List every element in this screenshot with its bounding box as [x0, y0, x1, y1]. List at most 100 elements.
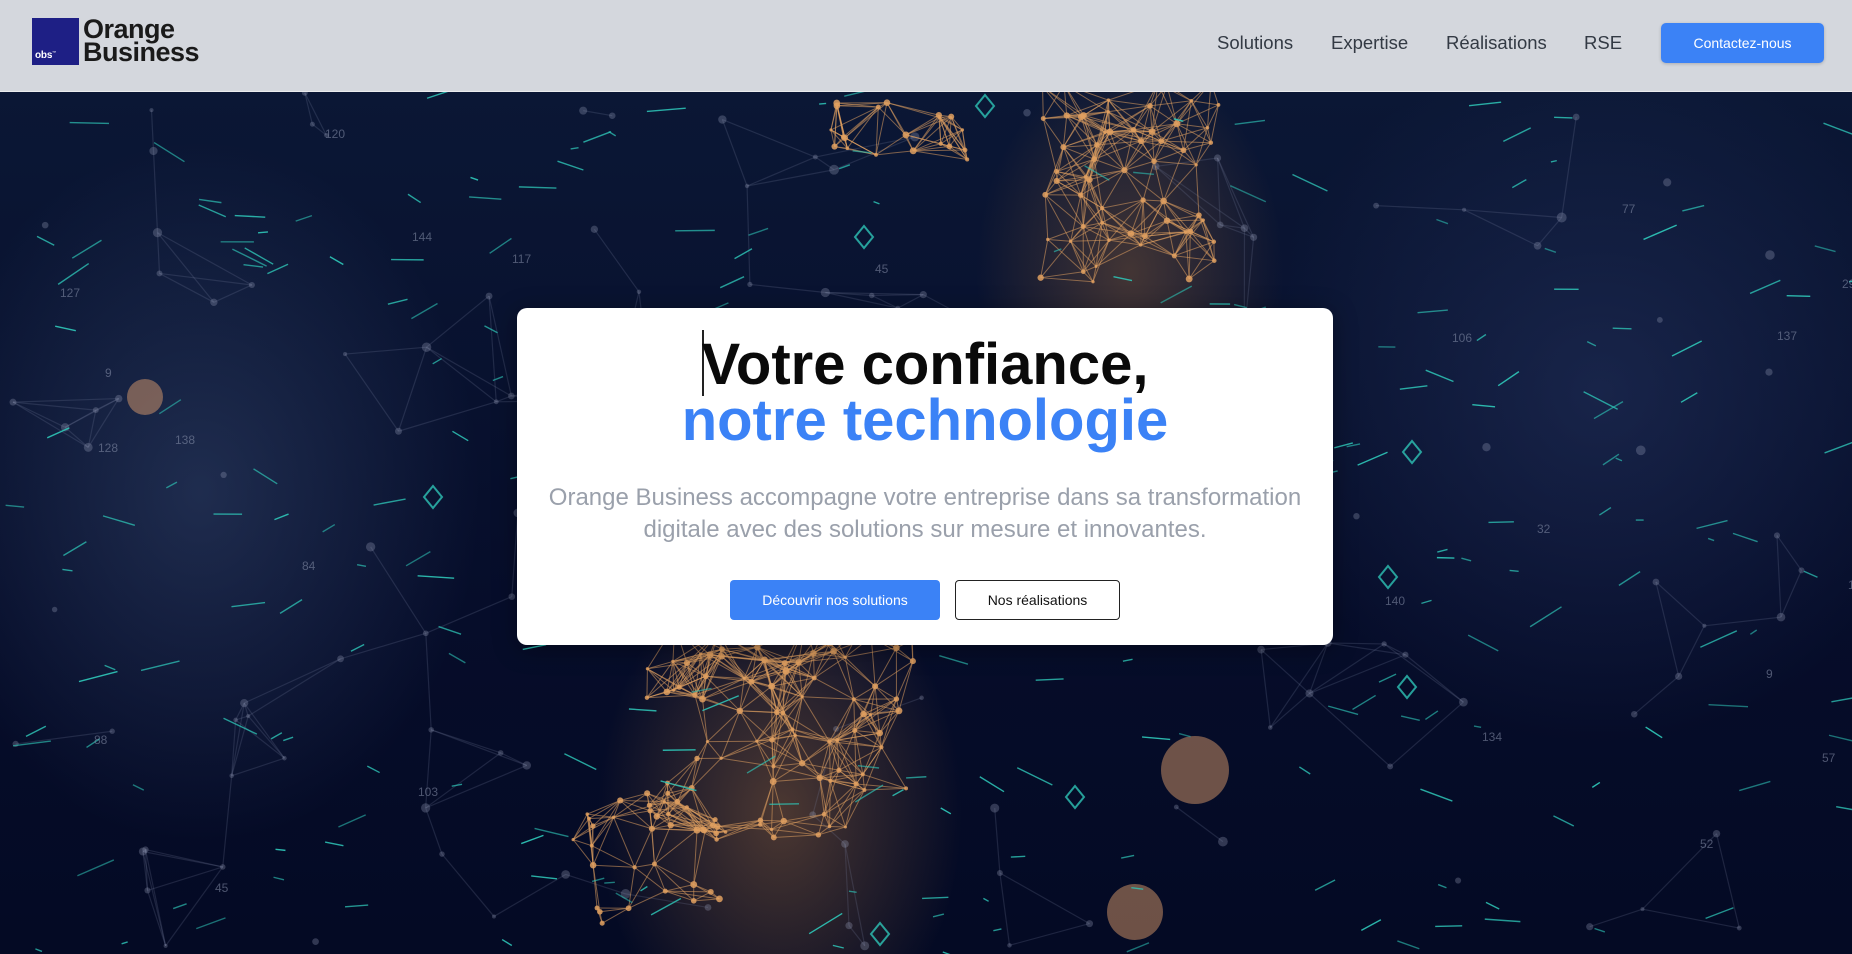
- network-link-orange: [707, 710, 741, 742]
- background-number-label: 138: [175, 433, 195, 447]
- network-node: [820, 287, 830, 298]
- network-link: [142, 850, 223, 868]
- teal-diamond-glyph: [1396, 674, 1418, 700]
- network-node: [860, 941, 870, 951]
- network-node-orange: [769, 737, 775, 743]
- network-link: [247, 715, 285, 759]
- network-node-orange: [714, 837, 719, 842]
- teal-dash: [1435, 925, 1463, 928]
- network-node: [1635, 445, 1646, 456]
- network-link-orange: [739, 710, 758, 742]
- orange-business-logo[interactable]: obs™ Orange Business: [32, 16, 200, 66]
- network-link-orange: [844, 783, 857, 828]
- network-node: [421, 342, 432, 352]
- network-node: [428, 727, 434, 733]
- network-node-orange: [755, 739, 759, 743]
- hero-title-line-1: Votre confiance,: [517, 330, 1333, 396]
- teal-dash: [993, 928, 1002, 932]
- teal-dash: [501, 938, 513, 947]
- teal-dash: [283, 736, 294, 742]
- network-link-orange: [1047, 238, 1071, 242]
- logo-mark-text: obs™: [35, 49, 56, 61]
- network-node-orange: [893, 696, 900, 702]
- teal-dash: [534, 827, 569, 838]
- background-number-label: 88: [94, 733, 108, 747]
- network-node: [1218, 836, 1228, 847]
- teal-dash: [1824, 441, 1852, 454]
- nav-item-expertise[interactable]: Expertise: [1331, 32, 1408, 54]
- network-link: [12, 401, 89, 448]
- network-link: [231, 757, 285, 777]
- teal-dash: [448, 652, 466, 664]
- teal-dash: [1461, 557, 1472, 562]
- network-node: [439, 851, 445, 857]
- network-node: [9, 398, 17, 406]
- teal-dash: [906, 776, 927, 779]
- teal-dash: [55, 325, 76, 332]
- teal-dash: [1360, 919, 1382, 932]
- nav-item-solutions[interactable]: Solutions: [1217, 32, 1293, 54]
- network-link-orange: [620, 792, 648, 801]
- teal-dash: [1786, 294, 1811, 298]
- network-node: [590, 225, 599, 233]
- network-node-orange: [694, 755, 700, 762]
- network-node: [1381, 641, 1387, 647]
- network-node-orange: [1094, 265, 1098, 269]
- network-link: [1561, 116, 1577, 218]
- network-link-orange: [1070, 239, 1110, 242]
- network-link-orange: [654, 863, 694, 885]
- network-node-orange: [800, 695, 804, 699]
- network-link: [426, 346, 497, 403]
- network-node-orange: [699, 652, 703, 656]
- network-node: [1086, 920, 1094, 928]
- network-node: [1240, 224, 1249, 233]
- network-link: [1776, 535, 1782, 618]
- nav-item-rse[interactable]: RSE: [1584, 32, 1622, 54]
- network-node-orange: [1196, 212, 1202, 218]
- network-node-orange: [852, 727, 858, 733]
- network-node: [1007, 943, 1012, 948]
- contact-button[interactable]: Contactez-nous: [1661, 23, 1824, 63]
- network-link-orange: [845, 647, 897, 658]
- network-link-orange: [828, 741, 831, 781]
- network-link-orange: [1174, 255, 1215, 262]
- teal-dash: [324, 841, 344, 847]
- network-node: [51, 606, 58, 613]
- network-node: [747, 281, 753, 288]
- teal-diamond-glyph: [853, 224, 875, 250]
- network-node: [1765, 368, 1773, 376]
- network-node: [1305, 689, 1314, 698]
- network-node-orange: [1040, 116, 1046, 122]
- network-node-orange: [571, 837, 575, 842]
- background-number-label: 52: [1700, 837, 1714, 851]
- network-node: [343, 352, 348, 357]
- network-link: [345, 346, 427, 355]
- teal-dash: [1831, 697, 1852, 703]
- network-link: [425, 807, 443, 855]
- network-node-orange: [1180, 147, 1187, 154]
- network-node: [493, 399, 499, 405]
- network-node-orange: [1060, 144, 1067, 151]
- teal-dash: [1828, 734, 1852, 742]
- teal-dash: [1397, 940, 1420, 950]
- background-number-label: 103: [418, 785, 438, 799]
- our-realisations-button[interactable]: Nos réalisations: [955, 580, 1120, 620]
- network-link-orange: [601, 907, 629, 924]
- teal-dash: [165, 481, 178, 489]
- network-link: [1537, 217, 1563, 247]
- network-node-orange: [948, 113, 955, 120]
- network-link-orange: [1188, 231, 1191, 279]
- network-node: [1257, 645, 1265, 654]
- teal-dash: [1234, 119, 1266, 125]
- discover-solutions-button[interactable]: Découvrir nos solutions: [730, 580, 940, 620]
- network-node: [312, 938, 319, 945]
- network-node-orange: [836, 767, 842, 773]
- network-node-orange: [647, 808, 653, 814]
- nav-item-realisations[interactable]: Réalisations: [1446, 32, 1547, 54]
- teal-dash: [531, 875, 558, 880]
- network-node-orange: [599, 920, 605, 926]
- network-link: [142, 851, 167, 947]
- network-node-orange: [1107, 238, 1111, 242]
- teal-dash: [373, 498, 406, 506]
- teal-dash: [522, 644, 547, 651]
